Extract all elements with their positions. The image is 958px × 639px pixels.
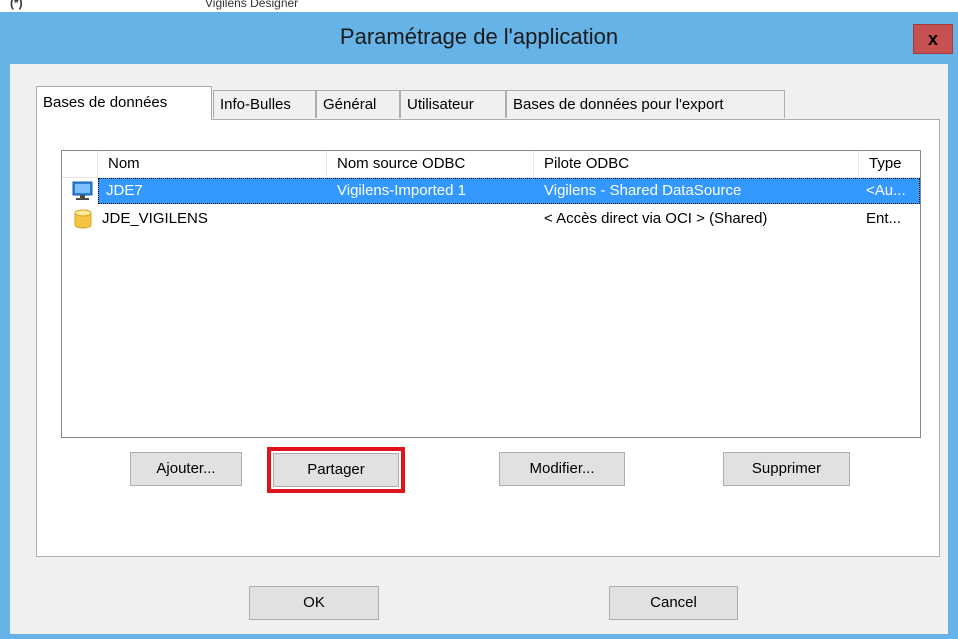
cell-pilote: Vigilens - Shared DataSource (544, 182, 742, 199)
table-row[interactable]: JDE_VIGILENS < Accès direct via OCI > (S… (62, 206, 920, 232)
list-header: Nom Nom source ODBC Pilote ODBC Type (62, 151, 920, 178)
cell-nom: JDE7 (106, 182, 143, 199)
background-window-fragment: (*) (10, 0, 23, 10)
column-header-nom[interactable]: Nom (98, 151, 327, 177)
table-row[interactable]: JDE7 Vigilens-Imported 1 Vigilens - Shar… (62, 178, 920, 204)
delete-button[interactable]: Supprimer (723, 452, 850, 486)
cell-nom: JDE_VIGILENS (102, 210, 208, 227)
ok-button[interactable]: OK (249, 586, 379, 620)
tab-bases-de-donnees[interactable]: Bases de données (36, 86, 212, 120)
tab-general[interactable]: Général (316, 90, 400, 118)
dialog-client-area: Bases de données Info-Bulles Général Uti… (10, 64, 948, 634)
database-icon (74, 209, 92, 229)
cell-source: Vigilens-Imported 1 (337, 182, 466, 199)
database-list[interactable]: Nom Nom source ODBC Pilote ODBC Type JDE… (61, 150, 921, 438)
settings-dialog: Paramétrage de l'application x Bases de … (0, 12, 958, 639)
add-button[interactable]: Ajouter... (130, 452, 242, 486)
monitor-icon (72, 181, 93, 200)
highlight-annotation (267, 447, 405, 493)
tab-panel: Nom Nom source ODBC Pilote ODBC Type JDE… (36, 119, 940, 557)
cell-type: Ent... (866, 210, 902, 227)
close-button[interactable]: x (913, 24, 953, 54)
column-header-type[interactable]: Type (859, 151, 920, 177)
cell-pilote: < Accès direct via OCI > (Shared) (544, 210, 768, 227)
cancel-button[interactable]: Cancel (609, 586, 738, 620)
column-header-nom-source-odbc[interactable]: Nom source ODBC (327, 151, 534, 177)
dialog-title-bar[interactable]: Paramétrage de l'application x (0, 12, 958, 64)
column-header-pilote-odbc[interactable]: Pilote ODBC (534, 151, 859, 177)
dialog-title: Paramétrage de l'application (339, 24, 619, 49)
list-header-icon-column (62, 151, 98, 177)
selection-highlight (98, 178, 920, 204)
tab-bases-de-donnees-export[interactable]: Bases de données pour l'export (506, 90, 785, 118)
close-icon: x (927, 28, 938, 49)
modify-button[interactable]: Modifier... (499, 452, 625, 486)
cell-type: <Au... (866, 182, 906, 199)
tab-utilisateur[interactable]: Utilisateur (400, 90, 506, 118)
background-window-title-text: Vigilens Designer (205, 0, 299, 10)
tab-info-bulles[interactable]: Info-Bulles (213, 90, 316, 118)
